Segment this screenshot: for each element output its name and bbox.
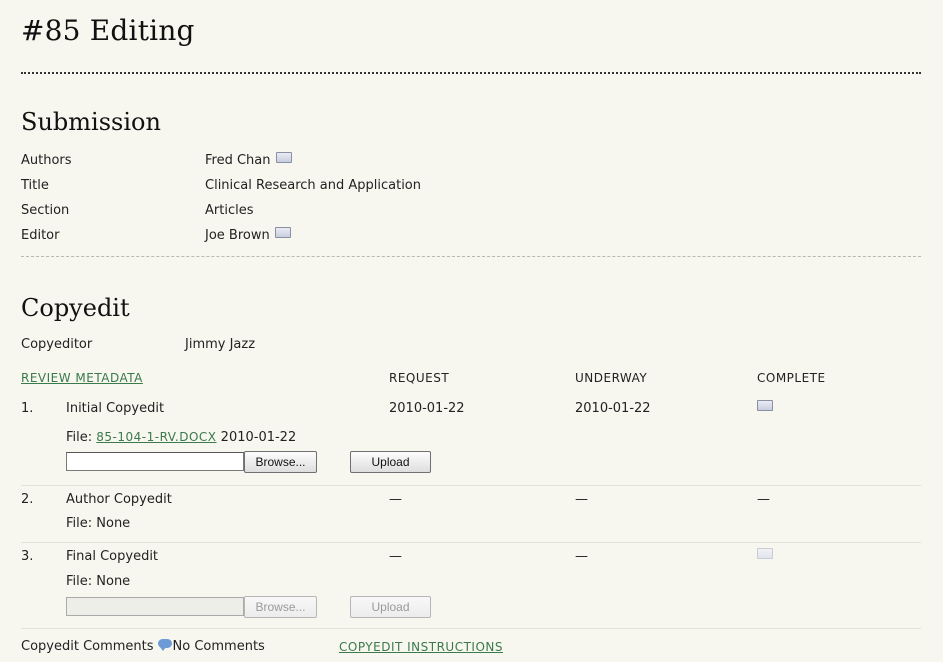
authors-label: Authors bbox=[21, 153, 72, 168]
underway-date: — bbox=[575, 492, 588, 507]
email-icon[interactable] bbox=[274, 227, 291, 238]
file-path-input[interactable] bbox=[66, 452, 244, 471]
copyedit-comments-row: Copyedit Comments No Comments COPYEDIT IN… bbox=[21, 637, 921, 657]
upload-button[interactable]: Upload bbox=[350, 451, 431, 473]
file-date: 2010-01-22 bbox=[220, 430, 297, 445]
submission-heading: Submission bbox=[21, 108, 161, 136]
underway-date: — bbox=[575, 549, 588, 564]
file-label: File: bbox=[66, 430, 93, 445]
section-value: Articles bbox=[205, 203, 254, 218]
copyedit-header-row: REVIEW METADATA REQUEST UNDERWAY COMPLET… bbox=[21, 368, 921, 388]
file-none-text: File: None bbox=[66, 516, 131, 531]
submission-row-section: Section Articles bbox=[21, 201, 621, 221]
email-icon[interactable] bbox=[275, 152, 292, 163]
upload-button: Upload bbox=[350, 596, 431, 618]
email-icon[interactable] bbox=[757, 400, 773, 411]
file-link[interactable]: 85-104-1-RV.DOCX bbox=[96, 430, 216, 444]
step-number: 1. bbox=[21, 401, 34, 416]
copyedit-step-final: 3. Final Copyedit — — bbox=[21, 547, 921, 567]
copyedit-step-initial: 1. Initial Copyedit 2010-01-22 2010-01-2… bbox=[21, 399, 921, 419]
file-none-text: File: None bbox=[66, 574, 131, 589]
request-column-header: REQUEST bbox=[389, 371, 450, 385]
copyeditor-name: Jimmy Jazz bbox=[185, 337, 256, 352]
section-label: Section bbox=[21, 203, 70, 218]
request-date: — bbox=[389, 492, 402, 507]
row-divider bbox=[21, 628, 921, 629]
request-date: 2010-01-22 bbox=[389, 401, 465, 416]
section-divider bbox=[21, 256, 921, 257]
final-file-row: File: None bbox=[21, 572, 621, 592]
comments-label: Copyedit Comments bbox=[21, 639, 154, 654]
submission-row-editor: Editor Joe Brown bbox=[21, 226, 621, 246]
copyedit-step-author: 2. Author Copyedit — — — bbox=[21, 490, 921, 510]
title-value: Clinical Research and Application bbox=[205, 178, 421, 193]
comments-status: No Comments bbox=[172, 639, 265, 654]
initial-file-row: File: 85-104-1-RV.DOCX 2010-01-22 bbox=[21, 427, 621, 447]
step-name: Final Copyedit bbox=[66, 549, 159, 564]
underway-column-header: UNDERWAY bbox=[575, 371, 648, 385]
authors-value: Fred Chan bbox=[205, 153, 271, 168]
copyeditor-row: Copyeditor Jimmy Jazz bbox=[21, 335, 621, 355]
submission-row-title: Title Clinical Research and Application bbox=[21, 176, 621, 196]
request-date: — bbox=[389, 549, 402, 564]
submission-row-authors: Authors Fred Chan bbox=[21, 151, 621, 171]
row-divider bbox=[21, 485, 921, 486]
comment-icon[interactable] bbox=[157, 639, 172, 651]
underway-date: 2010-01-22 bbox=[575, 401, 651, 416]
step-name: Initial Copyedit bbox=[66, 401, 165, 416]
copyedit-instructions-link[interactable]: COPYEDIT INSTRUCTIONS bbox=[339, 637, 503, 657]
title-divider bbox=[21, 72, 921, 74]
step-number: 3. bbox=[21, 549, 34, 564]
row-divider bbox=[21, 542, 921, 543]
copyeditor-label: Copyeditor bbox=[21, 337, 93, 352]
copyedit-heading: Copyedit bbox=[21, 294, 130, 322]
step-number: 2. bbox=[21, 492, 34, 507]
browse-button[interactable]: Browse... bbox=[244, 451, 317, 473]
browse-button: Browse... bbox=[244, 596, 317, 618]
page-title: #85 Editing bbox=[21, 14, 195, 47]
complete-column-header: COMPLETE bbox=[757, 371, 826, 385]
title-label: Title bbox=[21, 178, 49, 193]
email-icon bbox=[757, 548, 773, 559]
editor-value: Joe Brown bbox=[205, 228, 270, 243]
step-name: Author Copyedit bbox=[66, 492, 172, 507]
editor-label: Editor bbox=[21, 228, 60, 243]
review-metadata-link[interactable]: REVIEW METADATA bbox=[21, 368, 143, 388]
complete-date: — bbox=[757, 492, 770, 507]
author-file-row: File: None bbox=[21, 514, 621, 534]
file-path-input bbox=[66, 597, 244, 616]
